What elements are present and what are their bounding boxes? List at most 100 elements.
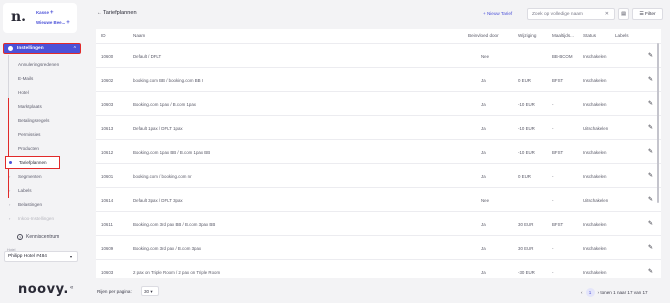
sidebar-item-labels[interactable]: Labels bbox=[18, 188, 32, 193]
edit-pencil-icon[interactable]: ✎ bbox=[648, 172, 653, 179]
table-row[interactable]: 10603 Booking.com 1pax / B.com 1pax Ja -10 … bbox=[96, 91, 661, 115]
brand-line-1[interactable]: Kasse+ bbox=[36, 10, 53, 16]
sidebar-item-instellingen[interactable]: Instellingen ^ bbox=[3, 43, 81, 54]
table-cell: Inschakelen bbox=[583, 222, 607, 227]
edit-pencil-icon[interactable]: ✎ bbox=[648, 124, 653, 131]
edit-pencil-icon[interactable]: ✎ bbox=[648, 76, 653, 83]
table-cell: - bbox=[552, 246, 554, 251]
table-cell: Uitschakelen bbox=[583, 198, 609, 203]
table-cell: - bbox=[552, 198, 554, 203]
chevron-right-icon: › bbox=[9, 174, 11, 179]
edit-pencil-icon[interactable]: ✎ bbox=[648, 52, 653, 59]
table-row[interactable]: 10614 Default 3pax / DFLT 3pax Nee - Uitscha… bbox=[96, 187, 661, 211]
table-cell: Booking.com 3rd pax / B.com 3pax bbox=[133, 246, 202, 251]
table-cell: Inschakelen bbox=[583, 102, 607, 107]
table-cell: 2 pax on Triple Room / 2 pax on Triple R… bbox=[133, 270, 221, 275]
table-cell: Ja bbox=[481, 222, 486, 227]
sidebar-subitem[interactable]: Betalingsregels bbox=[18, 118, 49, 123]
table-cell: Default 1pax / DFLT 1pax bbox=[133, 126, 183, 131]
table-cell: Ja bbox=[481, 246, 486, 251]
sidebar-subitem[interactable]: Marktplaats bbox=[18, 104, 42, 109]
page-1-button[interactable]: 1 bbox=[585, 288, 595, 297]
table-cell: Inschakelen bbox=[583, 270, 607, 275]
table-row[interactable]: 10612 Booking.com 1pax BB / B.com 1pax BB… bbox=[96, 139, 661, 163]
edit-pencil-icon[interactable]: ✎ bbox=[648, 196, 653, 203]
table-cell: 10603 bbox=[101, 102, 114, 107]
next-page-icon[interactable]: › bbox=[598, 290, 600, 295]
table-cell: 10614 bbox=[101, 198, 114, 203]
table-cell: 0 EUR bbox=[518, 174, 531, 179]
sidebar-subitem[interactable]: Hotel bbox=[18, 90, 29, 95]
chevron-up-icon: ^ bbox=[73, 46, 76, 52]
table-cell: booking.com BB / booking.com BB I bbox=[133, 78, 204, 83]
plus-icon: + bbox=[49, 10, 54, 16]
table-cell: Nee bbox=[481, 198, 490, 203]
table-row[interactable]: 10611 Booking.com 3rd pax BB / B.com 3pax… bbox=[96, 211, 661, 235]
collapse-sidebar-icon[interactable]: « bbox=[70, 285, 73, 291]
table-row[interactable]: 10603 2 pax on Triple Room / 2 pax on Tri… bbox=[96, 259, 661, 278]
active-dot-icon bbox=[9, 161, 12, 164]
table-row[interactable]: 10613 Default 1pax / DFLT 1pax Ja -10 EUR - U… bbox=[96, 115, 661, 139]
table-cell: Booking.com 1pax BB / B.com 1pax BB bbox=[133, 150, 211, 155]
edit-pencil-icon[interactable]: ✎ bbox=[648, 148, 653, 155]
annotation-arrow bbox=[8, 98, 9, 198]
new-rate-button[interactable]: + Nieuw Tarief bbox=[483, 11, 512, 16]
table-cell: - bbox=[552, 126, 554, 131]
table-cell: 10600 bbox=[101, 54, 114, 59]
rows-per-page-select[interactable]: 30 ▾ bbox=[141, 286, 159, 296]
sidebar-subitem[interactable]: Annuleringsredenen bbox=[18, 62, 59, 67]
table-cell: 30 EUR bbox=[518, 222, 534, 227]
table-cell: 10613 bbox=[101, 126, 114, 131]
clear-icon[interactable]: ✕ bbox=[605, 9, 609, 20]
sidebar-item-belastingen[interactable]: Belastingen bbox=[18, 202, 42, 207]
table-cell: BFST bbox=[552, 150, 564, 155]
noovy-logo: noovy. bbox=[18, 282, 69, 297]
help-link[interactable]: ? Kenniscentrum bbox=[17, 234, 59, 240]
table-cell: Ja bbox=[481, 270, 486, 275]
table-cell: BFST bbox=[552, 222, 564, 227]
property-switcher[interactable]: n. Kasse+ Wieuwe Bee...+ bbox=[3, 3, 77, 33]
rows-per-page-label: Rijen per pagina: bbox=[97, 289, 132, 294]
prev-page-icon[interactable]: ‹ bbox=[581, 290, 583, 295]
filter-button[interactable]: ☰ Filter bbox=[632, 8, 663, 20]
sidebar-subitem[interactable]: Permissies bbox=[18, 132, 40, 137]
table-cell: Nee bbox=[481, 54, 490, 59]
table-cell: BB-BCOM bbox=[552, 54, 573, 59]
export-icon[interactable]: ▤ bbox=[618, 8, 629, 20]
table-cell: BFST bbox=[552, 78, 564, 83]
brand-n-logo: n. bbox=[11, 9, 27, 25]
sidebar-subitem[interactable]: Producten bbox=[18, 146, 39, 151]
filter-icon: ☰ bbox=[639, 11, 644, 17]
table-cell: 10601 bbox=[101, 174, 114, 179]
settings-icon bbox=[8, 46, 13, 51]
pagination: ‹ 1 › tonen 1 naar 17 van 17 bbox=[581, 288, 648, 297]
table-row[interactable]: 10601 booking.com / booking.com nr Ja 0 EUR… bbox=[96, 163, 661, 187]
table-cell: Ja bbox=[481, 150, 486, 155]
table-cell: Inschakelen bbox=[583, 174, 607, 179]
table-cell: -30 EUR bbox=[518, 270, 535, 275]
table-row[interactable]: 10602 booking.com BB / booking.com BB I Ja… bbox=[96, 67, 661, 91]
edit-pencil-icon[interactable]: ✎ bbox=[648, 100, 653, 107]
back-arrow-icon[interactable]: ← bbox=[97, 10, 102, 16]
edit-pencil-icon[interactable]: ✎ bbox=[648, 244, 653, 251]
table-cell: Ja bbox=[481, 126, 486, 131]
edit-pencil-icon[interactable]: ✎ bbox=[648, 268, 653, 275]
page-title: ←Tariefplannen bbox=[97, 10, 137, 16]
sidebar-item-tariefplannen[interactable]: Tariefplannen bbox=[5, 156, 60, 169]
edit-pencil-icon[interactable]: ✎ bbox=[648, 220, 653, 227]
table-row[interactable]: 10609 Booking.com 3rd pax / B.com 3pax Ja 3… bbox=[96, 235, 661, 259]
search-input[interactable]: Zoek op volledige naam ✕ bbox=[527, 8, 615, 20]
hotel-select[interactable]: Philipp Hotel #484 ▾ bbox=[4, 251, 78, 262]
table-cell: Default / DFLT bbox=[133, 54, 162, 59]
brand-line-2[interactable]: Wieuwe Bee...+ bbox=[36, 20, 70, 26]
table-cell: -10 EUR bbox=[518, 102, 535, 107]
sidebar-item-inkoo[interactable]: Inkoo-Instellingen bbox=[18, 216, 54, 221]
table-cell: Inschakelen bbox=[583, 150, 607, 155]
plus-icon: + bbox=[66, 20, 70, 26]
chevron-right-icon: › bbox=[9, 188, 11, 193]
sidebar-item-segmenten[interactable]: Segmenten bbox=[18, 174, 42, 179]
scrollbar[interactable] bbox=[657, 43, 659, 203]
sidebar-subitem[interactable]: E-Mails bbox=[18, 76, 33, 81]
table-cell: 10611 bbox=[101, 222, 113, 227]
table-row[interactable]: 10600 Default / DFLT Nee BB-BCOM Inschakelen… bbox=[96, 43, 661, 67]
